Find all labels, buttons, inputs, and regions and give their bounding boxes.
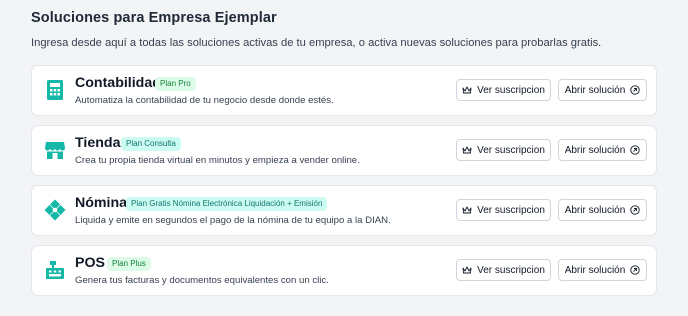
solution-card-tienda: Tienda Plan Consulta Crea tu propia tien… xyxy=(31,125,657,176)
page-title: Soluciones para Empresa Ejemplar xyxy=(31,10,277,26)
crown-icon xyxy=(462,86,472,94)
cash-register-icon xyxy=(44,259,66,281)
solution-description: Genera tus facturas y documentos equival… xyxy=(75,275,329,286)
solution-card-pos: POS Plan Plus Genera tus facturas y docu… xyxy=(31,245,657,296)
view-subscription-label: Ver suscripcion xyxy=(477,144,545,156)
plan-badge: Plan Consulta xyxy=(121,137,181,151)
plan-badge: Plan Plus xyxy=(107,257,151,271)
open-solution-button[interactable]: Abrir solución xyxy=(558,259,647,281)
open-solution-label: Abrir solución xyxy=(564,204,626,216)
crown-icon xyxy=(462,266,472,274)
view-subscription-button[interactable]: Ver suscripcion xyxy=(456,259,551,281)
payroll-diamond-icon xyxy=(44,199,66,221)
solution-name: Tienda xyxy=(75,135,121,151)
view-subscription-button[interactable]: Ver suscripcion xyxy=(456,79,551,101)
crown-icon xyxy=(462,146,472,154)
solutions-page: Soluciones para Empresa Ejemplar Ingresa… xyxy=(0,0,688,316)
view-subscription-label: Ver suscripcion xyxy=(477,264,545,276)
open-solution-button[interactable]: Abrir solución xyxy=(558,79,647,101)
plan-badge: Plan Gratis Nómina Electrónica Liquidaci… xyxy=(126,197,328,211)
circle-arrow-icon xyxy=(630,265,640,275)
open-solution-button[interactable]: Abrir solución xyxy=(558,199,647,221)
solution-card-contabilidad: Contabilidad Plan Pro Automatiza la cont… xyxy=(31,65,657,116)
circle-arrow-icon xyxy=(630,205,640,215)
circle-arrow-icon xyxy=(630,85,640,95)
solution-description: Crea tu propia tienda virtual en minutos… xyxy=(75,155,360,166)
open-solution-label: Abrir solución xyxy=(564,84,626,96)
solution-description: Liquida y emite en segundos el pago de l… xyxy=(75,215,391,226)
circle-arrow-icon xyxy=(630,145,640,155)
open-solution-button[interactable]: Abrir solución xyxy=(558,139,647,161)
view-subscription-button[interactable]: Ver suscripcion xyxy=(456,199,551,221)
open-solution-label: Abrir solución xyxy=(564,144,626,156)
plan-badge: Plan Pro xyxy=(155,77,196,91)
view-subscription-button[interactable]: Ver suscripcion xyxy=(456,139,551,161)
store-icon xyxy=(44,139,66,161)
open-solution-label: Abrir solución xyxy=(564,264,626,276)
solution-name: Nómina xyxy=(75,195,128,211)
view-subscription-label: Ver suscripcion xyxy=(477,204,545,216)
solution-name: POS xyxy=(75,255,105,271)
solution-card-nomina: Nómina Plan Gratis Nómina Electrónica Li… xyxy=(31,185,657,236)
crown-icon xyxy=(462,206,472,214)
solution-description: Automatiza la contabilidad de tu negocio… xyxy=(75,95,334,106)
solution-name: Contabilidad xyxy=(75,75,161,91)
calculator-icon xyxy=(44,79,66,101)
view-subscription-label: Ver suscripcion xyxy=(477,84,545,96)
page-subtitle: Ingresa desde aquí a todas las solucione… xyxy=(31,37,602,49)
